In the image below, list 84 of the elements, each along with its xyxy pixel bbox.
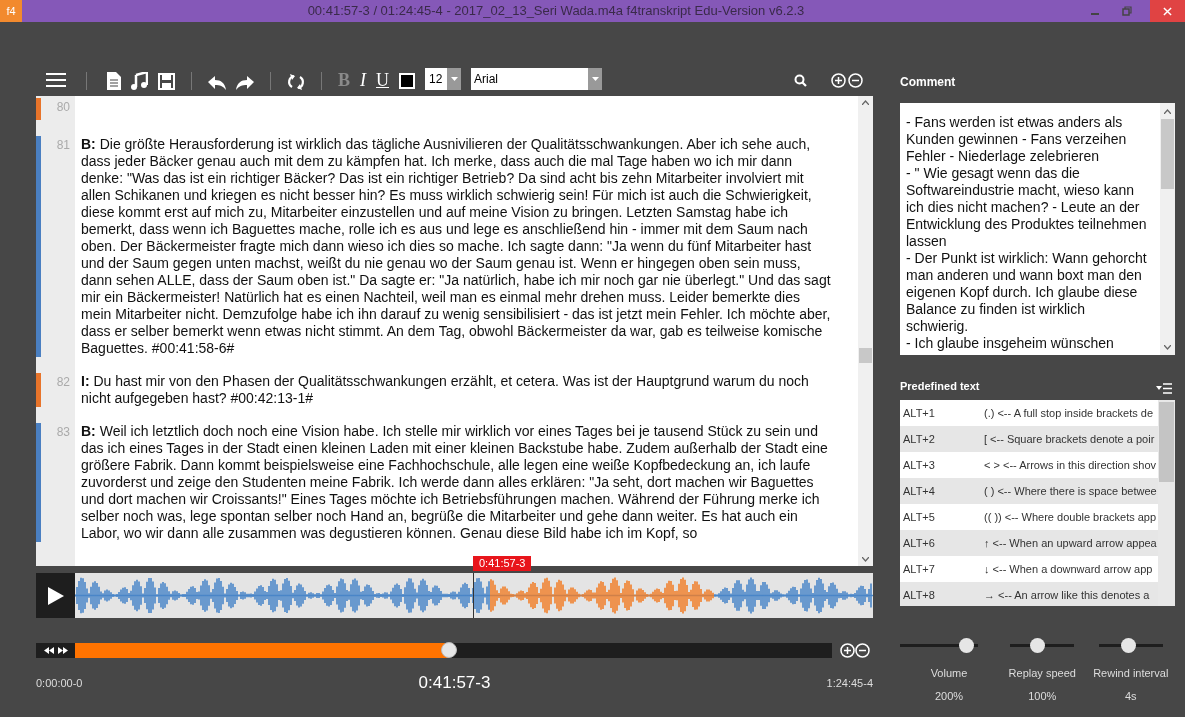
comment-label: Comment [900,74,956,91]
text-color-swatch[interactable] [399,73,415,89]
document-icon[interactable] [107,72,121,90]
predefined-text: ↓ <-- When a downward arrow app [984,561,1153,577]
close-button[interactable] [1150,0,1185,22]
scroll-down-icon[interactable] [862,557,869,562]
predefined-text: → <-- An arrow like this denotes a [984,587,1150,603]
slider-thumb[interactable] [1030,638,1046,653]
undo-icon[interactable] [208,76,226,90]
comment-text: - " Wie gesagt wenn das die Softwareindustrie macht, wieso kann ich dies nicht machen? - Leute an der Entwicklung des Produktes teilnehmen lassen [906,165,1148,250]
zoom-in-icon[interactable] [831,73,846,88]
scroll-thumb[interactable] [859,348,872,363]
skip-controls[interactable] [36,643,75,658]
predefined-text: ( ) <-- Where there is space betwee [984,483,1157,499]
comment-text: - Der Punkt ist wirklich: Wann gehorcht man anderen und wann boxt man den eigenen Kopf durch. Ich glaube diese Balance zu finden ist wirklich schwierig. [906,250,1148,335]
music-icon[interactable] [131,72,148,90]
play-button[interactable] [36,573,75,618]
scroll-down-icon[interactable] [1164,345,1171,350]
predefined-text-row[interactable]: ALT+8 → <-- An arrow like this denotes a [900,582,1158,606]
predefined-text-row[interactable]: ALT+6 ↑ <-- When an upward arrow appea [900,530,1158,556]
comment-text: - Ich glaube insgeheim wünschen [906,335,1115,352]
app-logo: f4 [0,0,22,22]
predefined-text: (.) <-- A full stop inside brackets de [984,405,1154,421]
shortcut-key: ALT+1 [900,404,984,422]
zoom-out-icon[interactable] [855,643,870,658]
window-title: 00:41:57-3 / 01:24:45-4 - 2017_02_13_Seri Wada.m4a f4transkript Edu-Version v6.2.3 [306,2,806,21]
play-icon [47,586,64,605]
underline-button[interactable]: U [376,70,389,90]
predefined-text: ↑ <-- When an upward arrow appea [984,535,1157,551]
refresh-icon[interactable] [287,74,305,90]
rewind-forward-icon [42,647,69,654]
slider-value: 200% [934,688,964,704]
zoom-out-icon[interactable] [848,73,863,88]
search-icon[interactable] [794,74,807,87]
slider-label: Rewind interval [1093,666,1169,681]
slider-thumb[interactable] [959,638,975,653]
line-number: 81 [55,137,71,154]
menu-icon[interactable] [46,72,66,88]
redo-icon[interactable] [236,76,254,90]
comment-field[interactable] [900,103,1175,355]
playhead-time-label: 0:41:57-3 [473,556,532,571]
slider-thumb[interactable] [1121,638,1137,653]
shortcut-key: ALT+5 [900,508,984,526]
slider-label: Volume [930,666,968,681]
predefined-text: (( )) <-- Where double brackets app [984,509,1157,525]
shortcut-key: ALT+7 [900,560,984,578]
shortcut-key: ALT+8 [900,586,984,604]
scroll-thumb[interactable] [1161,119,1174,189]
italic-button[interactable]: I [360,70,366,90]
current-time: 0:41:57-3 [417,672,492,695]
predefined-text-row[interactable]: ALT+4 ( ) <-- Where there is space betwee [900,478,1158,504]
save-icon[interactable] [158,73,175,90]
caret-icon [450,77,458,81]
line-number: 83 [55,424,71,441]
slider-value: 4s [1124,688,1137,704]
shortcut-key: ALT+3 [900,456,984,474]
start-time: 0:00:00-0 [36,675,84,691]
predefined-text: [ <-- Square brackets denote a poir [984,431,1155,447]
predefined-text: < > <-- Arrows in this direction shov [984,457,1157,473]
zoom-in-icon[interactable] [840,643,855,658]
dropdown-menu-icon[interactable] [1156,383,1172,394]
slider-value: 100% [1028,688,1057,704]
scroll-up-icon[interactable] [1164,109,1171,114]
transcript-paragraph[interactable]: B: Weil ich letztlich doch noch eine Vision habe. Ich stelle mir wirklich vor eines Tages bei je tausend Stück zu sein und das ich eines Tages in der Stadt einen kleinen Laden mit einer kleinen Backstube habe. Zudem außerhalb der Stadt eine größere Fabrik. Dann kommt beispielsweise eine Fachhochschule, alle legen eine weiße Kopfbedeckung an, ich laufe zuvorderst und zeige den Studenten meine Fabrik. Ich werde dann alles erklären: "Ja seht, dort machen wir Baguettes und dort machen wir Croissants!" Eines Tages möchte ich Betriebsführungen machen. Während der Führung merke ich selber noch was, lege spontan selber noch Hand an, begrüße die Mitarbeiter und gehe dann weiter. Es hat auch ein Labor, wo wir dann alle zusammen was degustieren können. Genau diese Bild habe ich im Kopf, so [81,423,833,542]
scrollbar[interactable] [858,96,873,566]
transcript-paragraph[interactable]: I: Du hast mir von den Phasen der Qualitätsschwankungen erzählt, et cetera. Was ist der Hauptgrund warum du noch nicht aufgegeben hast? #00:42:13-1# [81,373,833,407]
comment-text: - Fans werden ist etwas anders als Kunden gewinnen - Fans verzeihen Fehler - Niederlage zelebrieren [906,114,1128,165]
slider-label: Replay speed [1008,666,1076,681]
font-family-select[interactable]: Arial [471,68,602,90]
scroll-up-icon[interactable] [862,100,869,105]
font-size-select[interactable]: 12 [425,68,461,90]
playhead-line [473,573,474,618]
caret-icon [591,77,599,81]
transcript-paragraph[interactable]: B: Die größte Herausforderung ist wirklich das tägliche Ausnivilieren der Qualitätsschwankungen. Aber ich sehe auch, dass jeder Bäcker genau auch mit dem zu kämpfen hat. Ich merke, dass auch die mal Tage haben wo ich mir dann denke: "Was das ist ein richtiger Bäcker? Das ist ein richtiger Betrieb? Da sind acht bis zehn Mitarbeiter involviert mit allen Schikanen und kriegen es nicht besser hin? Es muss wirklich schwierig sein! Für mich ist auch die Schwierigkeit, diese kommt erst auf mich zu, Mitarbeiter einzustellen und auf meine Vision zu bringen. Letzten Samstag habe ich bemerkt, dass wenn ich Baguettes mache, rolle ich es aus und lege es anschließend hin - immer mit dem Saum nach oben. Der Bäckermeister fragte mich dann wieso ich dies so mache. Ich sagte dann: "Ja wenn du fünf Mitarbeiter hast und der Saum gegen unten machst, weißt du nie genau wo der Saum genau ist. Wenn er hingegen oben sein muss, dann sehen ALLE, dass der Saum oben ist." Da sagte er: "Ja natürlich, habe ich mir noch gar nie überlegt." Und das sagt mir ein Bäckermeister! Natürlich hat es einen Nachteil, weil man es einmal mehr drehen muss. Leider bemerkte dies mein Mitarbeiter nicht. Demzufolge habe ich ihn darauf zu wenig sensibilisiert - das ist jetzt mein Fehler. Ich möchte aber, dass er selber bemerkt wenn etwas nicht stimmt. An dem Tag, obwohl Bäckermeister da war, gab es teilweise komische Baguettes. #00:41:58-6# [81,136,833,357]
predefined-text-label: Predefined text [900,378,980,394]
shortcut-key: ALT+6 [900,534,984,552]
shortcut-key: ALT+4 [900,482,984,500]
scroll-thumb[interactable] [1159,402,1174,482]
close-icon [1163,6,1172,16]
line-number: 82 [55,374,71,391]
end-time: 1:24:45-4 [825,675,873,691]
shortcut-key: ALT+2 [900,430,984,448]
line-number: 80 [55,99,71,116]
predefined-text-row[interactable]: ALT+2 [ <-- Square brackets denote a poir [900,426,1158,452]
